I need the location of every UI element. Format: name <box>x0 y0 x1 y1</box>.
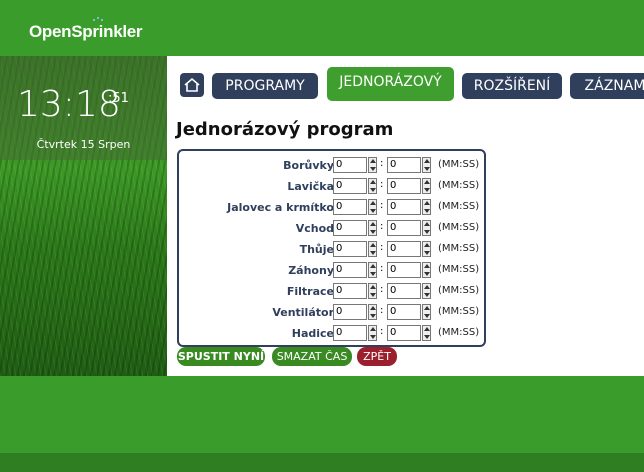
minutes-input[interactable]: 0 <box>333 157 367 173</box>
time-separator: : <box>380 179 384 190</box>
clock-time: 13:18 <box>17 84 121 125</box>
app-header: OpenSprinkler <box>0 0 644 56</box>
minutes-stepper[interactable] <box>368 220 377 236</box>
time-separator: : <box>380 263 384 274</box>
station-row: Jalovec a krmítko 0 : 0 (MM:SS) <box>179 198 484 218</box>
seconds-stepper[interactable] <box>422 283 431 299</box>
tab-rozsireni[interactable]: ROZŠÍŘENÍ <box>462 73 562 99</box>
minutes-input[interactable]: 0 <box>333 220 367 236</box>
unit-label: (MM:SS) <box>438 222 480 233</box>
station-label: Jalovec a krmítko <box>227 201 334 214</box>
unit-label: (MM:SS) <box>438 327 480 338</box>
station-label: Záhony <box>288 264 334 277</box>
app-logo: OpenSprinkler <box>29 22 143 41</box>
seconds-stepper[interactable] <box>422 220 431 236</box>
minutes-stepper[interactable] <box>368 262 377 278</box>
main-content: PROGRAMY JEDNORÁZOVÝ ROZŠÍŘENÍ ZÁZNAM Je… <box>167 56 644 376</box>
station-label: Lavička <box>287 180 334 193</box>
home-button[interactable] <box>180 73 204 97</box>
tab-programy[interactable]: PROGRAMY <box>212 73 318 99</box>
time-separator: : <box>380 326 384 337</box>
run-once-form: Borůvky 0 : 0 (MM:SS) Lavička 0 : 0 (MM:… <box>177 149 486 347</box>
minutes-input[interactable]: 0 <box>333 262 367 278</box>
footer-bar <box>0 453 644 472</box>
seconds-stepper[interactable] <box>422 304 431 320</box>
station-row: Filtrace 0 : 0 (MM:SS) <box>179 282 484 302</box>
seconds-input[interactable]: 0 <box>387 283 421 299</box>
seconds-stepper[interactable] <box>422 325 431 341</box>
seconds-input[interactable]: 0 <box>387 241 421 257</box>
unit-label: (MM:SS) <box>438 201 480 212</box>
unit-label: (MM:SS) <box>438 159 480 170</box>
minutes-input[interactable]: 0 <box>333 283 367 299</box>
seconds-input[interactable]: 0 <box>387 304 421 320</box>
unit-label: (MM:SS) <box>438 264 480 275</box>
station-row: Ventilátor 0 : 0 (MM:SS) <box>179 303 484 323</box>
minutes-input[interactable]: 0 <box>333 199 367 215</box>
back-button[interactable]: ZPĚT <box>357 347 397 366</box>
station-label: Ventilátor <box>272 306 334 319</box>
clear-time-button[interactable]: SMAZAT ČAS <box>272 347 352 366</box>
station-label: Hadice <box>291 327 334 340</box>
seconds-stepper[interactable] <box>422 199 431 215</box>
station-row: Lavička 0 : 0 (MM:SS) <box>179 177 484 197</box>
time-separator: : <box>380 305 384 316</box>
page-title: Jednorázový program <box>176 119 394 140</box>
unit-label: (MM:SS) <box>438 285 480 296</box>
station-label: Thůje <box>299 243 334 256</box>
station-label: Vchod <box>295 222 334 235</box>
unit-label: (MM:SS) <box>438 306 480 317</box>
seconds-stepper[interactable] <box>422 262 431 278</box>
minutes-input[interactable]: 0 <box>333 325 367 341</box>
seconds-input[interactable]: 0 <box>387 325 421 341</box>
minutes-input[interactable]: 0 <box>333 304 367 320</box>
minutes-stepper[interactable] <box>368 304 377 320</box>
seconds-stepper[interactable] <box>422 241 431 257</box>
seconds-input[interactable]: 0 <box>387 178 421 194</box>
station-row: Thůje 0 : 0 (MM:SS) <box>179 240 484 260</box>
tab-jednorazovy[interactable]: JEDNORÁZOVÝ <box>327 67 454 101</box>
unit-label: (MM:SS) <box>438 243 480 254</box>
station-row: Borůvky 0 : 0 (MM:SS) <box>179 156 484 176</box>
clock-date: Čtvrtek 15 Srpen <box>36 138 131 151</box>
seconds-input[interactable]: 0 <box>387 157 421 173</box>
minutes-stepper[interactable] <box>368 178 377 194</box>
station-label: Filtrace <box>286 285 334 298</box>
time-separator: : <box>380 221 384 232</box>
logo-sprinkle-icon <box>93 17 103 21</box>
station-row: Záhony 0 : 0 (MM:SS) <box>179 261 484 281</box>
seconds-input[interactable]: 0 <box>387 262 421 278</box>
minutes-stepper[interactable] <box>368 283 377 299</box>
unit-label: (MM:SS) <box>438 180 480 191</box>
minutes-stepper[interactable] <box>368 199 377 215</box>
seconds-input[interactable]: 0 <box>387 199 421 215</box>
seconds-stepper[interactable] <box>422 157 431 173</box>
seconds-stepper[interactable] <box>422 178 431 194</box>
clock-seconds: :51 <box>108 91 129 106</box>
station-label: Borůvky <box>283 159 334 172</box>
station-row: Vchod 0 : 0 (MM:SS) <box>179 219 484 239</box>
station-row: Hadice 0 : 0 (MM:SS) <box>179 324 484 344</box>
seconds-input[interactable]: 0 <box>387 220 421 236</box>
minutes-stepper[interactable] <box>368 325 377 341</box>
time-separator: : <box>380 284 384 295</box>
run-now-button[interactable]: SPUSTIT NYNÍ <box>177 347 265 366</box>
clock-panel: 13:18 :51 Čtvrtek 15 Srpen <box>0 56 167 160</box>
time-separator: : <box>380 242 384 253</box>
time-separator: : <box>380 158 384 169</box>
sidebar-grass-panel: 13:18 :51 Čtvrtek 15 Srpen <box>0 56 167 376</box>
time-separator: : <box>380 200 384 211</box>
tab-zaznam[interactable]: ZÁZNAM <box>570 73 644 99</box>
minutes-stepper[interactable] <box>368 241 377 257</box>
minutes-input[interactable]: 0 <box>333 178 367 194</box>
minutes-input[interactable]: 0 <box>333 241 367 257</box>
home-icon <box>184 77 200 92</box>
minutes-stepper[interactable] <box>368 157 377 173</box>
